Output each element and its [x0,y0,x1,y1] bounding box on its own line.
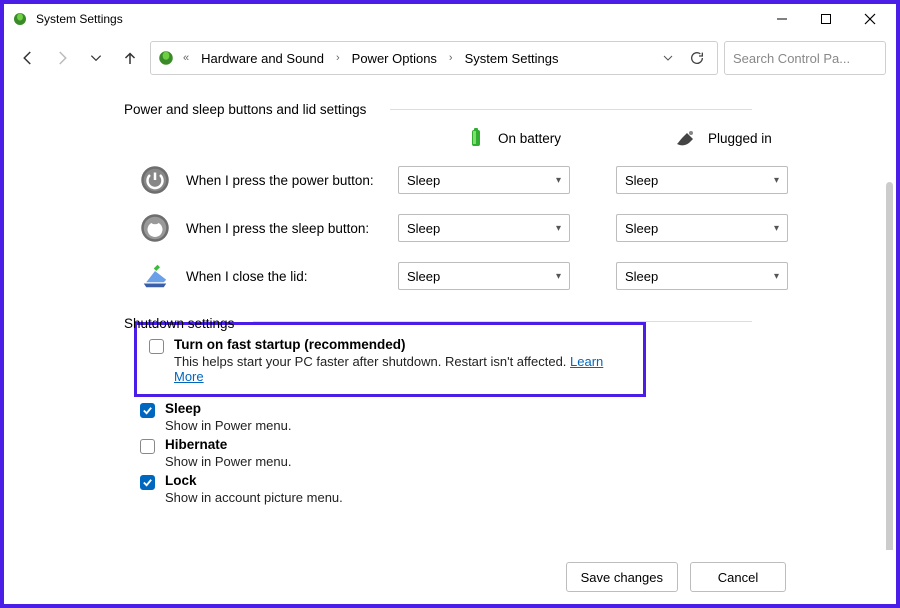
nav-forward-button[interactable] [48,44,76,72]
maximize-button[interactable] [804,5,848,33]
plug-icon [674,126,698,150]
laptop-lid-icon [140,261,170,291]
option-fast-startup: Turn on fast startup (recommended) This … [149,337,633,384]
chevron-down-icon: ▾ [556,175,561,186]
option-fast-title: Turn on fast startup (recommended) [174,337,406,352]
cancel-button[interactable]: Cancel [690,562,786,592]
checkbox-fast-startup[interactable] [149,339,164,354]
chevron-down-icon: ▾ [556,271,561,282]
checkbox-lock[interactable] [140,475,155,490]
col-plugged-in: Plugged in [674,126,844,150]
column-headers: On battery Plugged in [124,126,872,150]
option-sleep: Sleep Show in Power menu. [140,401,872,433]
fast-startup-highlight: Turn on fast startup (recommended) This … [134,322,646,397]
row-close-lid: When I close the lid: Sleep ▾ Sleep ▾ [140,256,872,296]
search-box[interactable] [724,41,886,75]
chevron-down-icon: ▾ [774,175,779,186]
breadcrumb-item-system[interactable]: System Settings [459,49,565,68]
divider [390,109,752,110]
option-hibernate-sub: Show in Power menu. [165,454,291,469]
content-area: Power and sleep buttons and lid settings… [4,82,896,550]
address-bar[interactable]: « Hardware and Sound › Power Options › S… [150,41,718,75]
toolbar: « Hardware and Sound › Power Options › S… [4,34,896,82]
dropdown-power-plugged[interactable]: Sleep ▾ [616,166,788,194]
breadcrumb-ellipsis[interactable]: « [181,52,191,64]
save-button[interactable]: Save changes [566,562,678,592]
titlebar: System Settings [4,4,896,34]
dropdown-value: Sleep [625,269,658,284]
option-lock: Lock Show in account picture menu. [140,473,872,505]
nav-back-button[interactable] [14,44,42,72]
nav-up-button[interactable] [116,44,144,72]
close-button[interactable] [848,5,892,33]
dropdown-value: Sleep [407,269,440,284]
chevron-down-icon: ▾ [556,223,561,234]
row-lid-label: When I close the lid: [186,269,382,284]
breadcrumb-item-power[interactable]: Power Options [346,49,443,68]
chevron-down-icon: ▾ [774,271,779,282]
battery-icon [464,126,488,150]
address-icon [157,49,175,67]
footer: Save changes Cancel [4,550,896,604]
option-lock-title: Lock [165,473,197,488]
chevron-down-icon: ▾ [774,223,779,234]
row-power-label: When I press the power button: [186,173,382,188]
option-sleep-sub: Show in Power menu. [165,418,291,433]
scrollbar[interactable] [886,182,893,550]
window-title: System Settings [36,12,123,26]
nav-recent-button[interactable] [82,44,110,72]
option-hibernate-title: Hibernate [165,437,227,452]
dropdown-value: Sleep [625,221,658,236]
checkbox-hibernate[interactable] [140,439,155,454]
minimize-button[interactable] [760,5,804,33]
search-input[interactable] [733,51,900,66]
dropdown-value: Sleep [407,221,440,236]
sleep-icon [140,213,170,243]
option-lock-sub: Show in account picture menu. [165,490,343,505]
dropdown-lid-battery[interactable]: Sleep ▾ [398,262,570,290]
app-icon [12,11,28,27]
option-sleep-title: Sleep [165,401,201,416]
option-hibernate: Hibernate Show in Power menu. [140,437,872,469]
chevron-right-icon: › [334,52,342,64]
row-sleep-button: When I press the sleep button: Sleep ▾ S… [140,208,872,248]
chevron-right-icon: › [447,52,455,64]
dropdown-value: Sleep [407,173,440,188]
dropdown-value: Sleep [625,173,658,188]
col-on-battery: On battery [464,126,634,150]
dropdown-sleep-plugged[interactable]: Sleep ▾ [616,214,788,242]
refresh-button[interactable] [683,50,711,66]
col-plugged-label: Plugged in [708,131,772,146]
dropdown-sleep-battery[interactable]: Sleep ▾ [398,214,570,242]
breadcrumb-item-hardware[interactable]: Hardware and Sound [195,49,330,68]
row-power-button: When I press the power button: Sleep ▾ S… [140,160,872,200]
row-sleep-label: When I press the sleep button: [186,221,382,236]
checkbox-sleep[interactable] [140,403,155,418]
dropdown-power-battery[interactable]: Sleep ▾ [398,166,570,194]
option-fast-sub: This helps start your PC faster after sh… [174,354,633,384]
power-icon [140,165,170,195]
col-battery-label: On battery [498,131,561,146]
address-history-button[interactable] [657,52,679,64]
dropdown-lid-plugged[interactable]: Sleep ▾ [616,262,788,290]
